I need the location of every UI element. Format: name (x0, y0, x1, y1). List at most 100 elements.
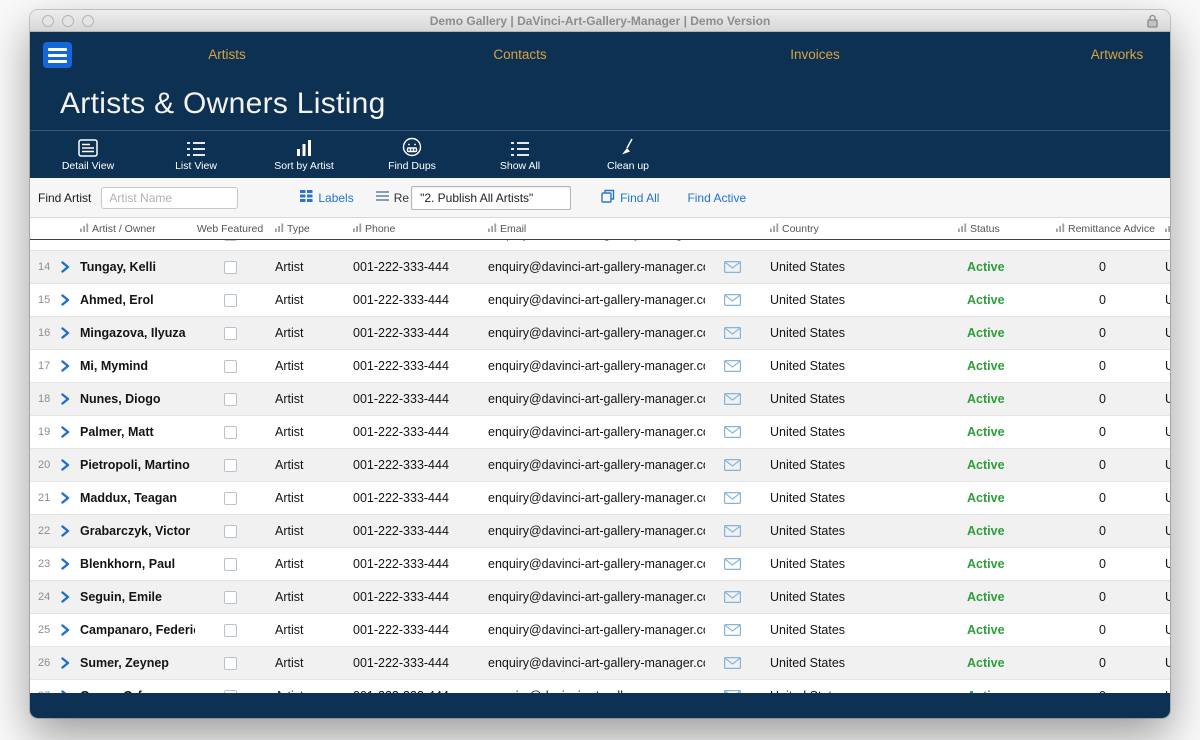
table-row[interactable]: 15Ahmed, ErolArtist001-222-333-444enquir… (30, 284, 1170, 317)
web-featured-checkbox[interactable] (224, 393, 237, 406)
send-email-icon[interactable] (705, 657, 760, 669)
nav-item-artworks[interactable]: Artworks (1091, 47, 1144, 62)
row-expand-chevron-icon[interactable] (60, 459, 78, 471)
row-expand-chevron-icon[interactable] (60, 426, 78, 438)
web-featured-checkbox[interactable] (224, 294, 237, 307)
send-email-icon[interactable] (705, 558, 760, 570)
row-expand-chevron-icon[interactable] (60, 327, 78, 339)
zoom-window-button[interactable] (82, 15, 94, 27)
table-row[interactable]: 14Tungay, KelliArtist001-222-333-444enqu… (30, 251, 1170, 284)
table-row[interactable]: 19Palmer, MattArtist001-222-333-444enqui… (30, 416, 1170, 449)
find-active-button[interactable]: Find Active (687, 191, 746, 205)
row-expand-chevron-icon[interactable] (60, 624, 78, 636)
row-expand-chevron-icon[interactable] (60, 525, 78, 537)
row-expand-chevron-icon[interactable] (60, 393, 78, 405)
send-email-icon[interactable] (705, 624, 760, 636)
find-dups-button[interactable]: Find Dups (358, 131, 466, 178)
artist-country: United States (760, 458, 950, 472)
find-all-button[interactable]: Find All (601, 189, 659, 206)
send-email-icon[interactable] (705, 393, 760, 405)
artist-type: Artist (265, 590, 345, 604)
send-email-icon[interactable] (705, 459, 760, 471)
nav-item-artists[interactable]: Artists (208, 47, 246, 62)
web-featured-checkbox[interactable] (224, 558, 237, 571)
minimize-window-button[interactable] (62, 15, 74, 27)
row-expand-chevron-icon[interactable] (60, 591, 78, 603)
table-row[interactable]: 23Blenkhorn, PaulArtist001-222-333-444en… (30, 548, 1170, 581)
send-email-icon[interactable] (705, 360, 760, 372)
clean-up-button[interactable]: Clean up (574, 131, 682, 178)
column-header-email[interactable]: Email (480, 223, 705, 235)
pa-column-value: U (1155, 392, 1170, 406)
column-header-type[interactable]: Type (265, 223, 345, 235)
artist-name: Seguin, Emile (78, 590, 195, 604)
detail-view-icon (78, 137, 98, 157)
artist-type: Artist (265, 557, 345, 571)
web-featured-checkbox[interactable] (224, 327, 237, 340)
row-expand-chevron-icon[interactable] (60, 657, 78, 669)
web-featured-checkbox[interactable] (224, 657, 237, 670)
table-row[interactable]: 13Artist001-222-333-444enquiry@davinci-a… (30, 240, 1170, 251)
artist-phone: 001-222-333-444 (345, 623, 480, 637)
detail-view-button[interactable]: Detail View (34, 131, 142, 178)
publish-script-field[interactable]: "2. Publish All Artists" (411, 186, 571, 210)
row-expand-chevron-icon[interactable] (60, 492, 78, 504)
web-featured-checkbox[interactable] (224, 525, 237, 538)
send-email-icon[interactable] (705, 327, 760, 339)
column-header-remittance-advice[interactable]: Remittance Advice (1050, 223, 1155, 235)
row-number: 25 (30, 624, 60, 636)
column-header-web-featured[interactable]: Web Featured (195, 223, 265, 235)
table-row[interactable]: 24Seguin, EmileArtist001-222-333-444enqu… (30, 581, 1170, 614)
artist-status: Active (950, 590, 1050, 604)
column-header-pa[interactable]: Pa (1155, 223, 1170, 235)
web-featured-checkbox[interactable] (224, 591, 237, 604)
send-email-icon[interactable] (705, 525, 760, 537)
artist-country: United States (760, 491, 950, 505)
column-header-status[interactable]: Status (950, 223, 1050, 235)
reports-button[interactable]: Re (376, 190, 409, 205)
table-row[interactable]: 25Campanaro, FedericaArtist001-222-333-4… (30, 614, 1170, 647)
artist-name-input[interactable] (101, 187, 238, 209)
nav-item-invoices[interactable]: Invoices (790, 47, 840, 62)
artist-status: Active (950, 623, 1050, 637)
column-header-phone[interactable]: Phone (345, 223, 480, 235)
artist-email: enquiry@davinci-art-gallery-manager.com (480, 557, 705, 571)
table-row[interactable]: 26Sumer, ZeynepArtist001-222-333-444enqu… (30, 647, 1170, 680)
web-featured-checkbox[interactable] (224, 240, 237, 241)
hamburger-menu-button[interactable] (43, 42, 72, 68)
table-row[interactable]: 16Mingazova, IlyuzaArtist001-222-333-444… (30, 317, 1170, 350)
send-email-icon[interactable] (705, 426, 760, 438)
table-row[interactable]: 27Green, OrfeasArtist001-222-333-444enqu… (30, 680, 1170, 693)
table-row[interactable]: 20Pietropoli, MartinoArtist001-222-333-4… (30, 449, 1170, 482)
nav-item-contacts[interactable]: Contacts (493, 47, 546, 62)
send-email-icon[interactable] (705, 261, 760, 273)
column-header-artist-owner[interactable]: Artist / Owner (78, 223, 195, 235)
labels-button[interactable]: Labels (300, 190, 353, 205)
web-featured-checkbox[interactable] (224, 459, 237, 472)
artist-phone: 001-222-333-444 (345, 557, 480, 571)
row-expand-chevron-icon[interactable] (60, 558, 78, 570)
row-expand-chevron-icon[interactable] (60, 294, 78, 306)
table-row[interactable]: 21Maddux, TeaganArtist001-222-333-444enq… (30, 482, 1170, 515)
show-all-button[interactable]: Show All (466, 131, 574, 178)
web-featured-cell (195, 360, 265, 373)
send-email-icon[interactable] (705, 492, 760, 504)
close-window-button[interactable] (42, 15, 54, 27)
row-expand-chevron-icon[interactable] (60, 360, 78, 372)
send-email-icon[interactable] (705, 294, 760, 306)
artist-status: Active (950, 240, 1050, 241)
web-featured-checkbox[interactable] (224, 624, 237, 637)
column-header-country[interactable]: Country (760, 223, 950, 235)
web-featured-checkbox[interactable] (224, 360, 237, 373)
list-view-button[interactable]: List View (142, 131, 250, 178)
artist-country: United States (760, 623, 950, 637)
send-email-icon[interactable] (705, 591, 760, 603)
web-featured-checkbox[interactable] (224, 492, 237, 505)
row-expand-chevron-icon[interactable] (60, 261, 78, 273)
table-row[interactable]: 18Nunes, DiogoArtist001-222-333-444enqui… (30, 383, 1170, 416)
web-featured-checkbox[interactable] (224, 426, 237, 439)
table-row[interactable]: 22Grabarczyk, VictorArtist001-222-333-44… (30, 515, 1170, 548)
sort-by-artist-button[interactable]: Sort by Artist (250, 131, 358, 178)
web-featured-checkbox[interactable] (224, 261, 237, 274)
table-row[interactable]: 17Mi, MymindArtist001-222-333-444enquiry… (30, 350, 1170, 383)
